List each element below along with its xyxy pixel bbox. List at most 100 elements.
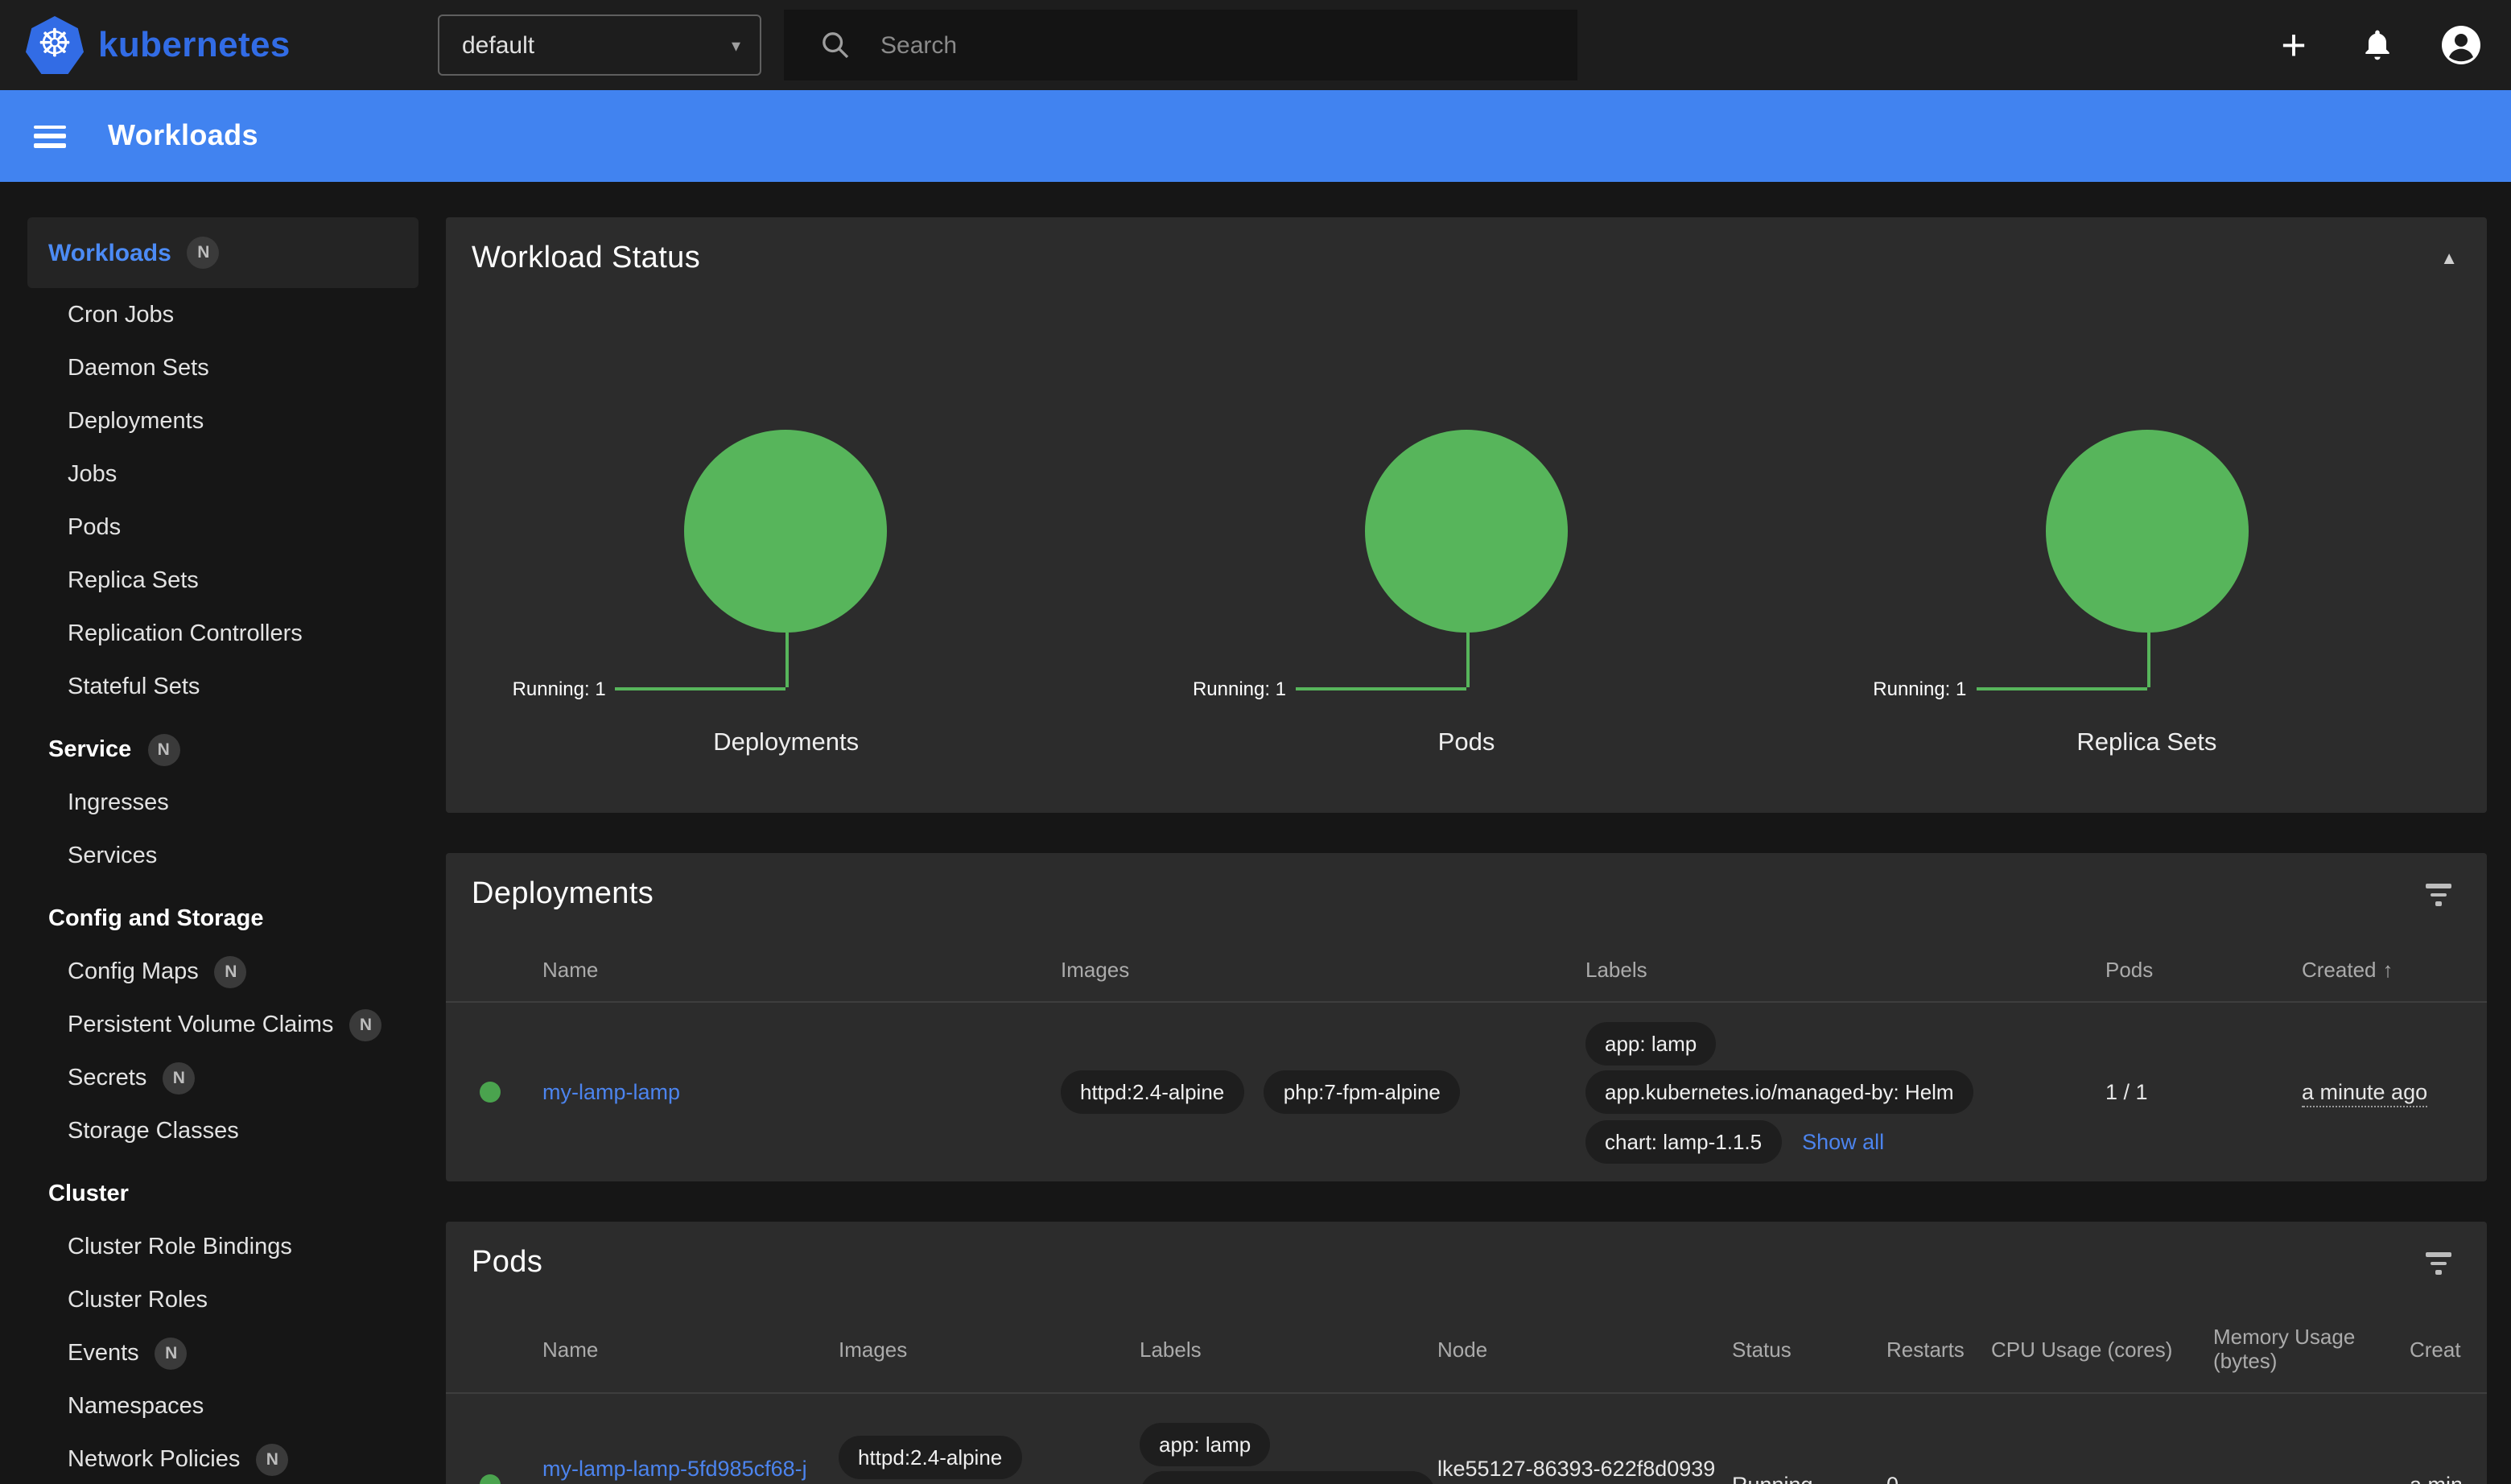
search-bar[interactable]: Search: [784, 10, 1577, 80]
kubernetes-logo-icon: ☸: [26, 16, 84, 74]
label-chip: app.kubernetes.io/managed-by: Helm: [1585, 1070, 1973, 1114]
sidebar-item-workloads[interactable]: Workloads N: [27, 217, 418, 288]
helm-wheel-icon: ☸: [37, 26, 72, 64]
sidebar-section-config-and-storage: Config and Storage: [0, 892, 446, 945]
sidebar-item-deployments[interactable]: Deployments: [0, 394, 446, 447]
sidebar-item-storage-classes[interactable]: Storage Classes: [0, 1104, 446, 1157]
filter-icon[interactable]: [2419, 1247, 2458, 1281]
namespaced-badge: N: [256, 1443, 288, 1475]
sidebar-item-events[interactable]: Events N: [0, 1326, 446, 1379]
sidebar-item-cluster-roles[interactable]: Cluster Roles: [0, 1273, 446, 1326]
image-chip: httpd:2.4-alpine: [839, 1435, 1021, 1478]
namespace-value: default: [462, 31, 534, 59]
notifications-button[interactable]: [2356, 24, 2398, 66]
column-header-created[interactable]: Created↑: [2410, 1337, 2461, 1361]
sidebar-item-persistent-volume-claims[interactable]: Persistent Volume Claims N: [0, 998, 446, 1051]
show-all-link[interactable]: Show all: [1802, 1129, 1884, 1153]
chart-title: Pods: [1438, 729, 1495, 758]
deployments-table-header: Name Images Labels Pods Created↑: [446, 937, 2487, 1003]
pie-leader-line: Running: 1: [1126, 633, 1806, 687]
status-running-icon: [480, 1474, 501, 1484]
main-content: Workload Status ▲ Running: 1 Deployments: [446, 182, 2511, 1484]
pie-slice-label: Running: 1: [1193, 678, 1286, 700]
sidebar-item-jobs[interactable]: Jobs: [0, 447, 446, 501]
collapse-icon[interactable]: ▲: [2440, 249, 2458, 269]
column-header-memory-usage: Memory Usage (bytes): [2213, 1325, 2410, 1373]
pods-title: Pods: [472, 1246, 542, 1281]
menu-icon[interactable]: [34, 125, 66, 147]
kubernetes-dashboard: ☸ kubernetes default ▾ Search +: [0, 0, 2511, 1484]
pods-pie-chart: Running: 1 Pods: [1126, 430, 1806, 758]
sidebar-item-services[interactable]: Services: [0, 829, 446, 882]
status-running-icon: [480, 1082, 501, 1103]
sidebar-item-replica-sets[interactable]: Replica Sets: [0, 554, 446, 607]
user-menu-button[interactable]: [2440, 24, 2482, 66]
topbar-actions: +: [2273, 24, 2495, 66]
column-header-labels: Labels: [1585, 957, 2105, 981]
sidebar-item-config-maps[interactable]: Config Maps N: [0, 945, 446, 998]
sidebar-item-cluster-role-bindings[interactable]: Cluster Role Bindings: [0, 1220, 446, 1273]
sidebar-section-service[interactable]: Service N: [0, 723, 446, 776]
top-bar: ☸ kubernetes default ▾ Search +: [0, 0, 2511, 90]
workload-status-title: Workload Status: [472, 241, 700, 277]
sidebar-section-cluster: Cluster: [0, 1167, 446, 1220]
node-name: lke55127-86393-622f8d09399a: [1437, 1455, 1732, 1484]
column-header-cpu-usage: CPU Usage (cores): [1991, 1337, 2213, 1361]
deployment-name-link[interactable]: my-lamp-lamp: [542, 1080, 680, 1104]
sidebar-item-network-policies[interactable]: Network Policies N: [0, 1432, 446, 1484]
namespaced-badge: N: [349, 1008, 381, 1041]
sidebar-item-pods[interactable]: Pods: [0, 501, 446, 554]
sidebar-item-daemon-sets[interactable]: Daemon Sets: [0, 341, 446, 394]
namespaced-badge: N: [163, 1061, 195, 1094]
column-header-images: Images: [839, 1337, 1140, 1361]
sidebar-item-secrets[interactable]: Secrets N: [0, 1051, 446, 1104]
sidebar-item-stateful-sets[interactable]: Stateful Sets: [0, 660, 446, 713]
column-header-created[interactable]: Created↑: [2302, 957, 2461, 981]
column-header-pods: Pods: [2105, 957, 2302, 981]
sidebar-item-namespaces[interactable]: Namespaces: [0, 1379, 446, 1432]
column-header-images: Images: [1061, 957, 1585, 981]
pie-leader-line: Running: 1: [1807, 633, 2487, 687]
app-bar: Workloads: [0, 90, 2511, 182]
pods-table-header: Name Images Labels Node Status Restarts …: [446, 1305, 2487, 1394]
created-timestamp: a minute ago: [2410, 1472, 2461, 1484]
namespaced-badge: N: [155, 1337, 188, 1369]
pod-name-link[interactable]: my-lamp-lamp-5fd985cf68-jwvz4: [542, 1457, 807, 1484]
search-input[interactable]: Search: [880, 31, 957, 59]
deployments-title: Deployments: [472, 877, 654, 913]
bell-icon: [2360, 27, 2395, 63]
pie-running: [685, 430, 888, 633]
replica-sets-pie-chart: Running: 1 Replica Sets: [1807, 430, 2487, 758]
pie-running: [2045, 430, 2248, 633]
namespaced-badge: N: [188, 237, 220, 269]
namespace-selector[interactable]: default ▾: [438, 14, 761, 76]
avatar-icon: [2440, 24, 2482, 66]
column-header-name: Name: [542, 1337, 839, 1361]
pod-cpu-usage: -: [1991, 1472, 2213, 1484]
image-chip: httpd:2.4-alpine: [1061, 1070, 1243, 1114]
brand-text: kubernetes: [98, 24, 291, 66]
image-chip: php:7-fpm-alpine: [1264, 1070, 1460, 1114]
sidebar-item-ingresses[interactable]: Ingresses: [0, 776, 446, 829]
pie-running: [1365, 430, 1568, 633]
pods-card: Pods Name Images Labels Node Status Rest…: [446, 1222, 2487, 1484]
namespaced-badge: N: [147, 733, 179, 765]
filter-icon[interactable]: [2419, 878, 2458, 913]
column-header-status: Status: [1732, 1337, 1886, 1361]
sidebar-item-cron-jobs[interactable]: Cron Jobs: [0, 288, 446, 341]
workload-status-charts: Running: 1 Deployments Running: 1 Pods: [446, 301, 2487, 758]
table-row: my-lamp-lamp httpd:2.4-alpine php:7-fpm-…: [446, 1003, 2487, 1181]
sidebar-item-replication-controllers[interactable]: Replication Controllers: [0, 607, 446, 660]
created-timestamp: a minute ago: [2302, 1080, 2427, 1107]
brand[interactable]: ☸ kubernetes: [26, 16, 438, 74]
create-resource-button[interactable]: +: [2273, 24, 2315, 66]
label-chip: pod-template-hash: 5fd985cf68: [1140, 1472, 1436, 1484]
deployments-pie-chart: Running: 1 Deployments: [446, 430, 1126, 758]
workload-status-card: Workload Status ▲ Running: 1 Deployments: [446, 217, 2487, 813]
column-header-labels: Labels: [1140, 1337, 1437, 1361]
label-chip: chart: lamp-1.1.5: [1585, 1119, 1781, 1163]
pods-ratio: 1 / 1: [2105, 1080, 2302, 1104]
chart-title: Replica Sets: [2076, 729, 2216, 758]
pod-memory-usage: -: [2213, 1472, 2410, 1484]
pie-slice-label: Running: 1: [513, 678, 606, 700]
